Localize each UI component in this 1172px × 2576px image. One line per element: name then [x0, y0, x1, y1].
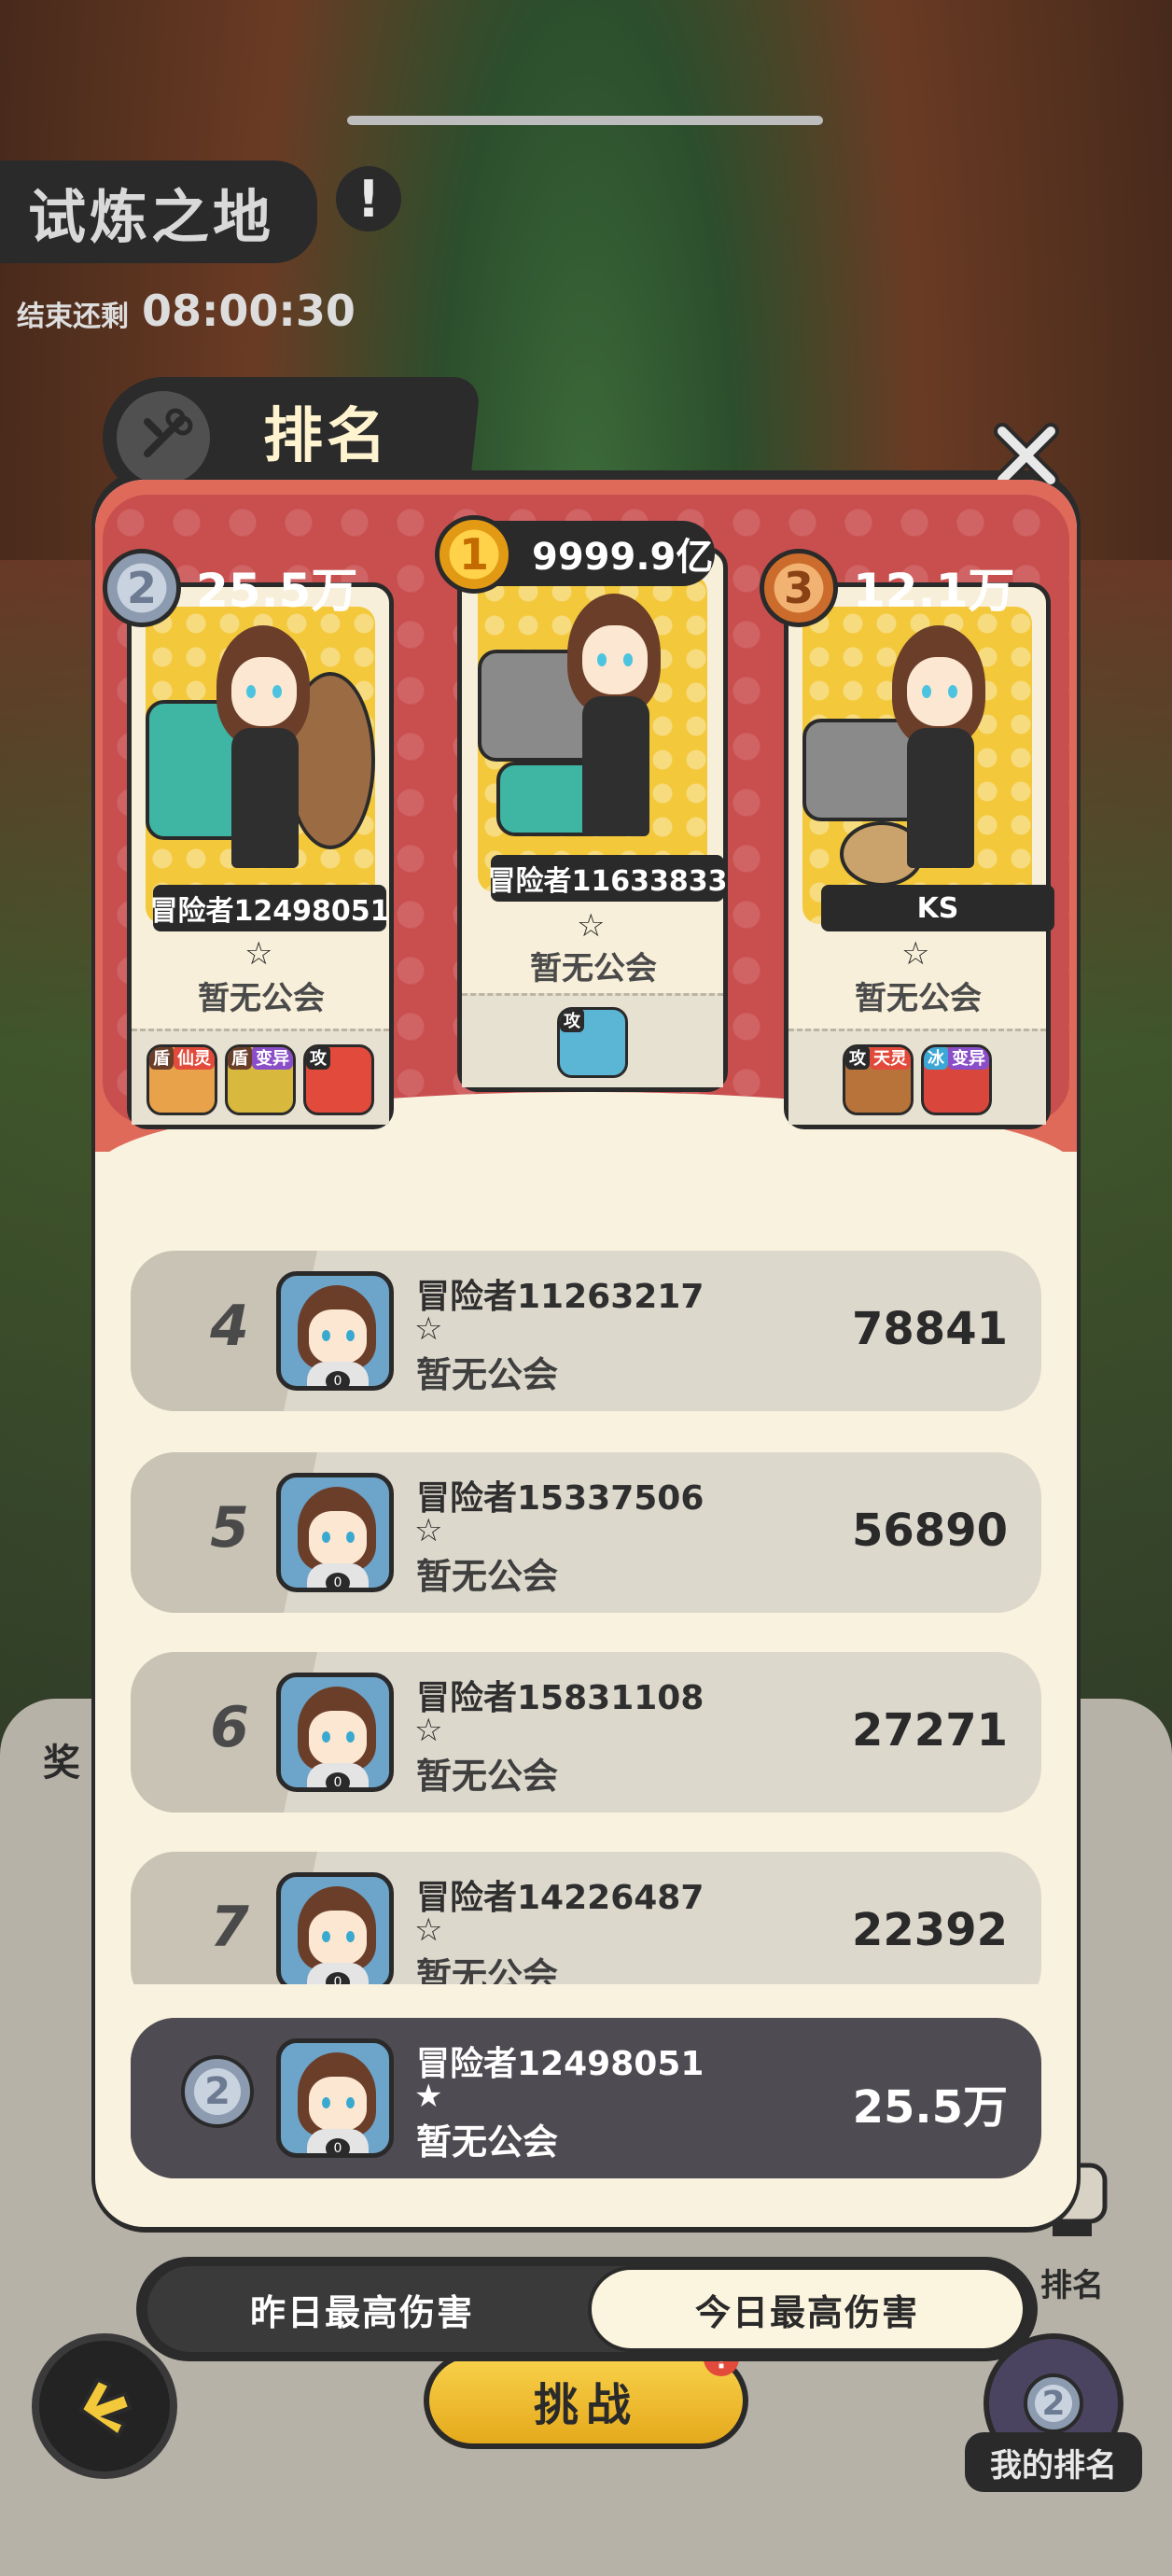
player-name: 冒险者11263217	[416, 1278, 705, 1316]
star-icon: ☆	[901, 935, 930, 973]
challenge-button[interactable]: 挑战 !	[424, 2341, 748, 2449]
rank-number: 7	[210, 1895, 249, 1960]
back-button[interactable]	[32, 2333, 177, 2479]
pet-icon[interactable]: 攻	[303, 1044, 374, 1115]
player-name: 冒险者15337506	[416, 1479, 705, 1518]
player-name: 冒险者11633833	[488, 855, 728, 902]
pet-slots: 攻	[462, 993, 723, 1087]
countdown-time: 08:00:30	[142, 286, 356, 336]
damage-score: 27271	[852, 1704, 1008, 1757]
list-item-rank-7[interactable]: 7 0 冒险者14226487 ☆ 暂无公会 22392	[131, 1852, 1041, 1984]
pet-icon[interactable]: 盾 仙灵	[146, 1044, 217, 1115]
avatar: 0	[276, 1673, 394, 1792]
guild-name: 暂无公会	[416, 2121, 559, 2163]
podium-card-rank-3[interactable]: KS ☆ 暂无公会 攻 天灵 冰 变异	[784, 582, 1054, 1129]
player-name: 冒险者14226487	[416, 1879, 705, 1917]
ranking-list[interactable]: 4 0 冒险者11263217 ☆ 暂无公会 78841 5 0 冒险者1533…	[95, 1232, 1077, 1984]
avatar: 0	[276, 2038, 394, 2158]
character-portrait	[146, 607, 375, 924]
pet-icon[interactable]: 冰 变异	[921, 1044, 992, 1115]
guild-name: 暂无公会	[416, 1955, 559, 1984]
my-rank-row[interactable]: 2 0 冒险者12498051 ★ 暂无公会 25.5万	[131, 2018, 1041, 2178]
damage-score: 78841	[852, 1303, 1008, 1355]
pet-icon[interactable]: 盾 变异	[225, 1044, 296, 1115]
stage-title: 试炼之地	[0, 161, 317, 263]
guild-name: 暂无公会	[855, 980, 982, 1017]
player-name: 冒险者15831108	[416, 1679, 705, 1717]
medal-silver-icon: 2	[181, 2055, 254, 2128]
pet-icon[interactable]: 攻 天灵	[843, 1044, 914, 1115]
rank-number: 5	[210, 1495, 249, 1561]
character-portrait	[802, 607, 1032, 924]
player-name: 冒险者12498051	[416, 2045, 705, 2083]
guild-name: 暂无公会	[416, 1556, 559, 1597]
list-item-rank-6[interactable]: 6 0 冒险者15831108 ☆ 暂无公会 27271	[131, 1652, 1041, 1813]
guild-name: 暂无公会	[416, 1354, 559, 1395]
background-scenery-left	[0, 560, 103, 1773]
character-portrait	[478, 575, 707, 892]
countdown-label: 结束还剩	[17, 301, 129, 333]
rank-number: 4	[210, 1294, 249, 1359]
avatar: 0	[276, 1473, 394, 1592]
exclamation-icon[interactable]: !	[336, 166, 401, 231]
list-item-rank-4[interactable]: 4 0 冒险者11263217 ☆ 暂无公会 78841	[131, 1251, 1041, 1411]
damage-score: 56890	[852, 1505, 1008, 1557]
pet-slots: 攻 天灵 冰 变异	[788, 1029, 1046, 1125]
pet-slots: 盾 仙灵 盾 变异 攻	[132, 1029, 389, 1125]
challenge-label: 挑战	[533, 2379, 638, 2431]
star-icon: ☆	[414, 1512, 443, 1549]
my-rank-medal: 2	[1024, 2373, 1083, 2433]
character-illustration	[802, 607, 1032, 924]
guild-name: 暂无公会	[530, 950, 657, 987]
star-icon: ☆	[414, 1712, 443, 1749]
character-illustration	[478, 575, 707, 892]
damage-period-tabs: 昨日最高伤害 今日最高伤害	[136, 2257, 1038, 2361]
reward-label: 奖	[43, 1742, 80, 1785]
star-icon: ☆	[244, 935, 273, 973]
podium-card-rank-2[interactable]: 冒险者12498051 ☆ 暂无公会 盾 仙灵 盾 变异 攻	[127, 582, 394, 1129]
avatar: 0	[276, 1271, 394, 1391]
avatar: 0	[276, 1872, 394, 1984]
back-arrow-icon	[78, 2377, 133, 2439]
modal-title: 排名	[263, 402, 390, 471]
player-name: KS	[821, 885, 1054, 931]
countdown: 结束还剩 08:00:30	[17, 286, 356, 336]
star-icon: ☆	[414, 1310, 443, 1348]
background-scenery-right	[1069, 560, 1172, 1773]
guild-name: 暂无公会	[198, 980, 325, 1017]
damage-score: 25.5万	[852, 2081, 1008, 2134]
tab-today-max-damage[interactable]: 今日最高伤害	[588, 2266, 1026, 2352]
player-name: 冒险者12498051	[150, 885, 390, 931]
medal-bronze-icon: 3	[760, 549, 838, 627]
medal-silver-icon: 2	[103, 549, 181, 627]
list-item-rank-5[interactable]: 5 0 冒险者15337506 ☆ 暂无公会 56890	[131, 1452, 1041, 1613]
pet-icon[interactable]: 攻	[557, 1007, 628, 1078]
my-rank-label: 我的排名	[965, 2432, 1142, 2492]
guild-name: 暂无公会	[416, 1756, 559, 1797]
star-icon: ☆	[577, 907, 606, 945]
star-filled-icon: ★	[414, 2078, 443, 2115]
character-illustration	[146, 607, 375, 924]
medal-gold-icon: 1	[435, 515, 513, 594]
home-indicator	[347, 116, 823, 125]
damage-score: 22392	[852, 1904, 1008, 1956]
rank-number: 6	[210, 1695, 249, 1760]
star-icon: ☆	[414, 1911, 443, 1949]
podium-card-rank-1[interactable]: 冒险者11633833 ☆ 暂无公会 攻	[457, 547, 728, 1092]
